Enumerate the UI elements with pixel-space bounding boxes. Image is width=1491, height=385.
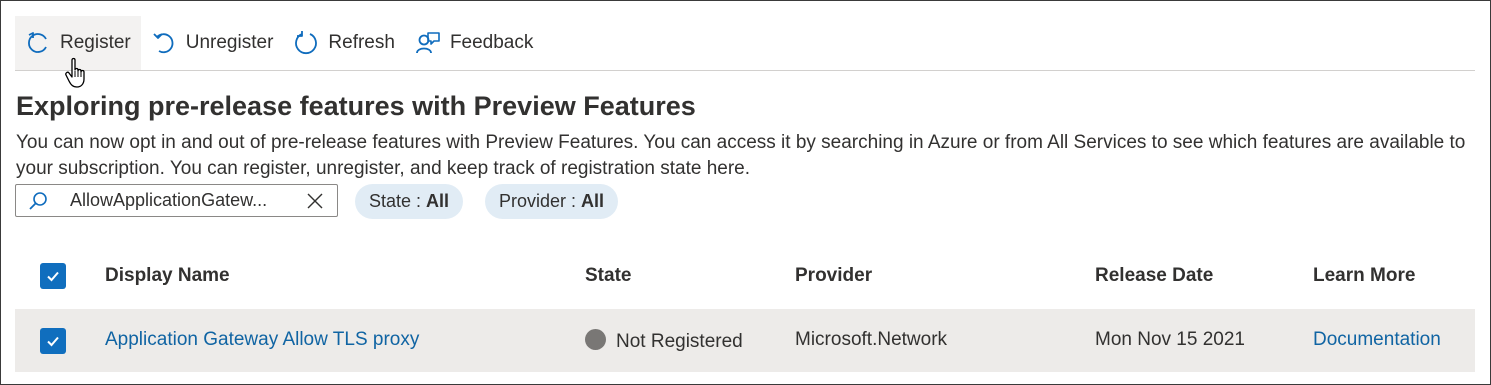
release-date-cell: Mon Nov 15 2021 bbox=[1095, 329, 1245, 350]
checkmark-icon bbox=[47, 271, 59, 282]
search-icon bbox=[29, 192, 47, 210]
feedback-button[interactable]: Feedback bbox=[405, 16, 543, 70]
row-checkbox[interactable] bbox=[40, 328, 66, 354]
column-header-learn-more: Learn More bbox=[1313, 265, 1416, 286]
provider-filter-label: Provider : bbox=[499, 191, 577, 211]
unregister-button[interactable]: Unregister bbox=[141, 16, 284, 70]
checkmark-icon bbox=[47, 336, 59, 347]
toolbar-divider bbox=[15, 70, 1475, 71]
state-filter-label: State : bbox=[369, 191, 422, 211]
column-header-provider[interactable]: Provider bbox=[795, 265, 872, 287]
column-header-release-date[interactable]: Release Date bbox=[1095, 265, 1213, 287]
hand-cursor-icon bbox=[65, 57, 85, 88]
select-all-checkbox[interactable] bbox=[40, 263, 66, 289]
state-filter-pill[interactable]: State : All bbox=[355, 184, 464, 219]
refresh-button[interactable]: Refresh bbox=[283, 16, 405, 70]
documentation-link[interactable]: Documentation bbox=[1313, 329, 1441, 351]
page-title: Exploring pre-release features with Prev… bbox=[16, 91, 696, 121]
search-box[interactable] bbox=[15, 184, 338, 217]
column-header-state[interactable]: State bbox=[585, 265, 631, 287]
page-description: You can now opt in and out of pre-releas… bbox=[16, 132, 1466, 179]
feedback-icon bbox=[416, 32, 440, 54]
provider-filter-pill[interactable]: Provider : All bbox=[485, 184, 619, 219]
search-input[interactable] bbox=[70, 188, 290, 213]
feature-name-link[interactable]: Application Gateway Allow TLS proxy bbox=[105, 329, 419, 351]
refresh-icon bbox=[295, 31, 318, 54]
state-filter-value: All bbox=[426, 191, 450, 211]
state-text: Not Registered bbox=[616, 331, 743, 352]
unregister-icon bbox=[153, 33, 174, 54]
feedback-label: Feedback bbox=[449, 32, 534, 53]
unregister-label: Unregister bbox=[185, 32, 274, 53]
window-frame: Register Unregister Refresh Feedback Exp… bbox=[0, 0, 1491, 385]
state-cell: Not Registered bbox=[585, 329, 743, 353]
command-bar: Register Unregister Refresh Feedback bbox=[15, 16, 543, 70]
register-icon bbox=[28, 32, 47, 53]
register-label: Register bbox=[60, 32, 131, 53]
refresh-label: Refresh bbox=[328, 32, 395, 53]
provider-cell: Microsoft.Network bbox=[795, 329, 948, 350]
column-header-display-name[interactable]: Display Name bbox=[105, 265, 230, 287]
provider-filter-value: All bbox=[581, 191, 605, 211]
clear-icon[interactable] bbox=[306, 192, 324, 210]
status-dot-icon bbox=[585, 329, 606, 350]
